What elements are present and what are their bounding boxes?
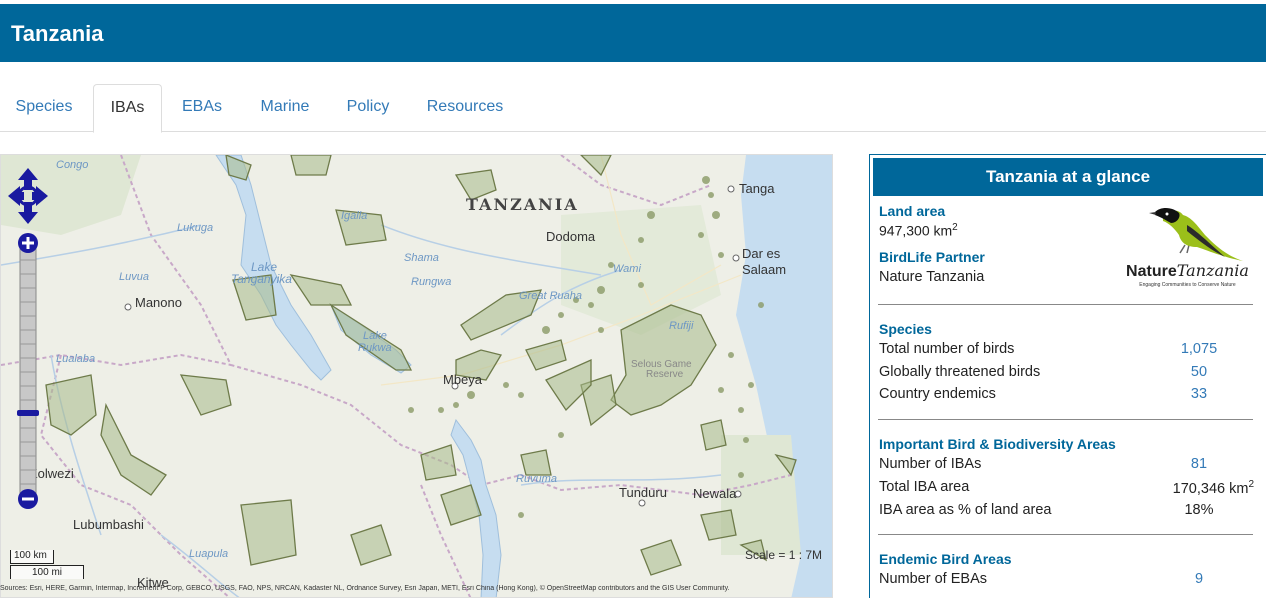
tab-species[interactable]: Species xyxy=(0,84,88,132)
species-threatened-value[interactable]: 50 xyxy=(1139,364,1259,380)
map-label-lake-rukwa-1: Lake xyxy=(363,330,387,342)
map-label-ruvuma: Ruvuma xyxy=(516,473,557,485)
tab-policy[interactable]: Policy xyxy=(330,84,406,132)
map-label-manono: Manono xyxy=(135,295,182,310)
ebas-row-label: Number of EBAs xyxy=(879,571,987,587)
divider xyxy=(878,304,1253,305)
map-label-lubumbashi: Lubumbashi xyxy=(73,517,144,532)
map-label-tanga: Tanga xyxy=(739,181,775,196)
map-attribution: Sources: Esri, HERE, Garmin, Intermap, I… xyxy=(0,585,730,592)
scale-ratio: Scale = 1 : 7M xyxy=(745,548,823,562)
ibas-count-value[interactable]: 81 xyxy=(1139,456,1259,472)
zoom-handle xyxy=(17,410,39,416)
ebas-heading: Endemic Bird Areas xyxy=(879,551,1012,567)
ibas-heading: Important Bird & Biodiversity Areas xyxy=(879,436,1116,452)
map-label-mbeya: Mbeya xyxy=(443,372,483,387)
divider xyxy=(878,419,1253,420)
map-label-igalla: Igalla xyxy=(341,210,368,222)
nature-tanzania-logo[interactable]: NatureTanzania Engaging Communities to C… xyxy=(1125,203,1250,295)
tab-bar: Species IBAs EBAs Marine Policy Resource… xyxy=(0,84,1266,133)
map-label-lukuga: Lukuga xyxy=(177,222,214,234)
land-area-label: Land area xyxy=(879,203,946,219)
tab-resources[interactable]: Resources xyxy=(410,84,520,132)
map-label-congo: Congo xyxy=(56,159,89,171)
map-label-shama: Shama xyxy=(404,252,439,264)
logo-wordmark: NatureTanzania xyxy=(1126,261,1249,280)
zoom-slider[interactable] xyxy=(17,232,39,510)
scale-bar: 100 km 100 mi xyxy=(10,550,90,582)
partner-label: BirdLife Partner xyxy=(879,249,985,265)
map-label-luapula: Luapula xyxy=(189,548,229,560)
map-label-lualaba: Lualaba xyxy=(56,353,96,365)
glance-title: Tanzania at a glance xyxy=(873,158,1263,196)
ibas-row-label: IBA area as % of land area xyxy=(879,502,1052,518)
map-label-selous-2: Reserve xyxy=(646,369,684,380)
ebas-count-value[interactable]: 9 xyxy=(1139,571,1259,587)
species-row-label: Globally threatened birds xyxy=(879,364,1041,380)
page-title: Tanzania xyxy=(11,21,104,46)
tab-marine[interactable]: Marine xyxy=(244,84,326,132)
scale-km: 100 km xyxy=(14,550,47,561)
map-label-wami: Wami xyxy=(613,263,641,275)
species-total-value[interactable]: 1,075 xyxy=(1139,341,1259,357)
map-label-dar-line1: Dar es xyxy=(742,246,781,261)
tab-ibas[interactable]: IBAs xyxy=(93,84,162,133)
species-row-label: Total number of birds xyxy=(879,341,1015,357)
logo-tagline: Engaging Communities to Conserve Nature xyxy=(1139,282,1236,288)
map-label-dodoma: Dodoma xyxy=(546,229,596,244)
map-label-luvua: Luvua xyxy=(119,271,149,283)
glance-panel: Tanzania at a glance Land area 947,300 k… xyxy=(869,154,1266,598)
species-row-label: Country endemics xyxy=(879,386,996,402)
map-label-tunduru: Tunduru xyxy=(619,485,667,500)
partner-name: Nature Tanzania xyxy=(879,269,985,285)
map-label-rufiji: Rufiji xyxy=(669,320,694,332)
map-label-great-ruaha: Great Ruaha xyxy=(519,290,582,302)
species-endemics-value[interactable]: 33 xyxy=(1139,386,1259,402)
divider xyxy=(878,534,1253,535)
ibas-area-value: 170,346 km2 xyxy=(1172,479,1254,497)
ibas-row-label: Total IBA area xyxy=(879,479,970,495)
land-area-value: 947,300 km2 xyxy=(879,222,958,239)
bird-icon xyxy=(1149,207,1243,261)
ibas-percent-value: 18% xyxy=(1184,502,1214,518)
species-heading: Species xyxy=(879,321,932,337)
scale-mi: 100 mi xyxy=(32,567,63,578)
map-label-dar-line2: Salaam xyxy=(742,262,787,277)
ibas-row-label: Number of IBAs xyxy=(879,456,982,472)
map-label-newala: Newala xyxy=(693,486,737,501)
map-label-lake-tanganyika-2: Tanganyika xyxy=(231,272,292,286)
map-label-rungwa: Rungwa xyxy=(411,276,452,288)
page-header: Tanzania xyxy=(0,4,1266,62)
tab-ebas[interactable]: EBAs xyxy=(165,84,239,132)
map-label-lake-rukwa-2: Rukwa xyxy=(358,342,392,354)
pan-control[interactable] xyxy=(6,166,50,226)
iba-map[interactable]: TANZANIA Dodoma Tanga Dar es Salaam Mano… xyxy=(0,154,833,598)
map-label-country: TANZANIA xyxy=(466,195,579,214)
